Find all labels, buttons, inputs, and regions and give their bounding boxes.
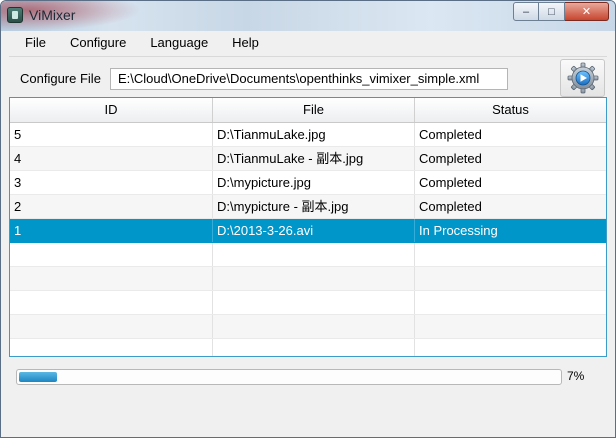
empty-table-row bbox=[10, 315, 606, 339]
progress-bar-fill bbox=[19, 372, 57, 382]
app-window: ViMixer – □ ✕ File Configure Language He… bbox=[0, 0, 616, 438]
configure-file-label: Configure File bbox=[20, 71, 101, 86]
configure-file-row: Configure File E:\Cloud\OneDrive\Documen… bbox=[9, 56, 607, 97]
cell-file: D:\2013-3-26.avi bbox=[213, 219, 415, 242]
cell-status: Completed bbox=[419, 175, 482, 190]
title-bar[interactable]: ViMixer – □ ✕ bbox=[1, 1, 615, 31]
minimize-icon: – bbox=[522, 5, 530, 18]
empty-cell bbox=[10, 291, 213, 314]
empty-cell bbox=[213, 339, 415, 356]
cell-id: 3 bbox=[10, 171, 213, 194]
empty-cell bbox=[10, 315, 213, 338]
file-table[interactable]: ID File Status 5 D:\TianmuLake.jpg Compl… bbox=[9, 97, 607, 357]
empty-cell bbox=[415, 291, 606, 314]
menu-language[interactable]: Language bbox=[135, 32, 217, 54]
cell-id: 1 bbox=[10, 219, 213, 242]
column-header-id[interactable]: ID bbox=[10, 98, 213, 122]
table-row[interactable]: 2 D:\mypicture - 副本.jpg Completed bbox=[10, 195, 606, 219]
maximize-button[interactable]: □ bbox=[539, 2, 565, 21]
menu-configure[interactable]: Configure bbox=[55, 32, 135, 54]
window-title: ViMixer bbox=[29, 7, 76, 23]
cell-file: D:\TianmuLake.jpg bbox=[213, 123, 415, 146]
empty-table-row bbox=[10, 243, 606, 267]
table-row[interactable]: 3 D:\mypicture.jpg Completed bbox=[10, 171, 606, 195]
empty-cell bbox=[213, 315, 415, 338]
cell-status: Completed bbox=[419, 199, 482, 214]
empty-table-row bbox=[10, 339, 606, 356]
menu-help[interactable]: Help bbox=[217, 32, 268, 54]
cell-status: Completed bbox=[419, 127, 482, 142]
cell-file: D:\mypicture - 副本.jpg bbox=[213, 195, 415, 218]
cell-id: 2 bbox=[10, 195, 213, 218]
empty-cell bbox=[415, 243, 606, 266]
progress-percent: 7% bbox=[567, 369, 585, 383]
empty-cell bbox=[10, 339, 213, 356]
progress-bar bbox=[16, 369, 562, 385]
table-header: ID File Status bbox=[10, 98, 606, 123]
empty-table-row bbox=[10, 267, 606, 291]
close-button[interactable]: ✕ bbox=[565, 2, 609, 21]
empty-cell bbox=[213, 291, 415, 314]
empty-cell bbox=[415, 339, 606, 356]
window-controls: – □ ✕ bbox=[513, 2, 609, 21]
empty-cell bbox=[213, 267, 415, 290]
settings-run-button[interactable] bbox=[560, 59, 605, 97]
empty-cell bbox=[415, 267, 606, 290]
menu-file[interactable]: File bbox=[9, 32, 55, 54]
menu-bar: File Configure Language Help bbox=[9, 32, 607, 54]
status-area: 7% bbox=[9, 359, 607, 395]
app-icon[interactable] bbox=[7, 7, 23, 23]
cell-file: D:\mypicture.jpg bbox=[213, 171, 415, 194]
column-header-file[interactable]: File bbox=[213, 98, 415, 122]
cell-status: Completed bbox=[419, 151, 482, 166]
cell-status: In Processing bbox=[419, 223, 498, 238]
table-row[interactable]: 5 D:\TianmuLake.jpg Completed bbox=[10, 123, 606, 147]
empty-cell bbox=[213, 243, 415, 266]
table-row-selected[interactable]: 1 D:\2013-3-26.avi In Processing bbox=[10, 219, 606, 243]
gear-play-icon bbox=[567, 62, 598, 94]
cell-file: D:\TianmuLake - 副本.jpg bbox=[213, 147, 415, 170]
close-icon: ✕ bbox=[581, 6, 592, 18]
cell-id: 5 bbox=[10, 123, 213, 146]
configure-file-path-field[interactable]: E:\Cloud\OneDrive\Documents\openthinks_v… bbox=[110, 68, 508, 90]
table-row[interactable]: 4 D:\TianmuLake - 副本.jpg Completed bbox=[10, 147, 606, 171]
minimize-button[interactable]: – bbox=[513, 2, 539, 21]
empty-cell bbox=[10, 243, 213, 266]
maximize-icon: □ bbox=[548, 5, 555, 18]
empty-cell bbox=[415, 315, 606, 338]
column-header-status[interactable]: Status bbox=[415, 98, 606, 122]
cell-id: 4 bbox=[10, 147, 213, 170]
empty-table-row bbox=[10, 291, 606, 315]
empty-cell bbox=[10, 267, 213, 290]
